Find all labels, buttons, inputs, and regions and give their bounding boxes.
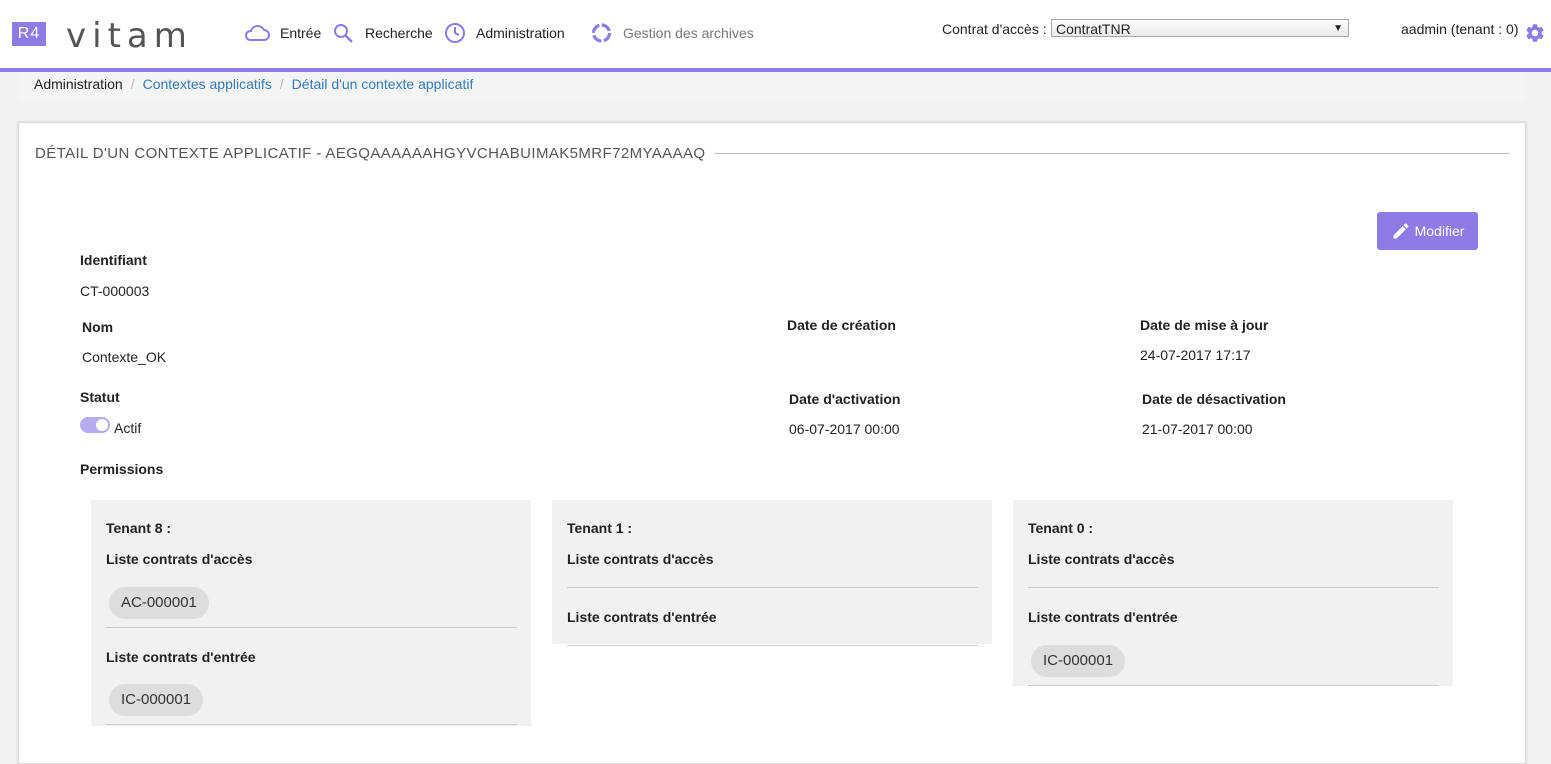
divider — [106, 724, 517, 725]
divider — [106, 627, 517, 628]
nav-gestion-archives-label: Gestion des archives — [623, 25, 754, 41]
divider — [567, 645, 978, 646]
top-bar: R4 vitam Entrée Recherche Administration… — [0, 0, 1551, 72]
nav-entree-label: Entrée — [280, 25, 322, 41]
nav-administration-label: Administration — [476, 25, 565, 41]
date-activation-value: 06-07-2017 00:00 — [789, 421, 900, 437]
statut-value: Actif — [114, 420, 142, 436]
breadcrumb-contextes-applicatifs[interactable]: Contextes applicatifs — [143, 72, 272, 96]
modifier-button-label: Modifier — [1414, 223, 1465, 239]
tenant-title: Tenant 8 : — [106, 520, 172, 536]
ingest-contracts-label: Liste contrats d'entrée — [1028, 609, 1178, 625]
ring-icon — [591, 23, 612, 43]
ingest-contract-chip[interactable]: IC-000001 — [109, 684, 204, 716]
divider — [1028, 685, 1439, 686]
ingest-contracts-label: Liste contrats d'entrée — [106, 649, 256, 665]
ingest-contracts-label: Liste contrats d'entrée — [567, 609, 717, 625]
divider — [1028, 587, 1439, 588]
date-creation-label: Date de création — [787, 317, 896, 333]
nav-entree[interactable]: Entrée — [244, 22, 321, 44]
statut-label: Statut — [80, 389, 120, 405]
contract-select[interactable]: ContratTNR ▼ — [1051, 19, 1349, 37]
divider — [567, 587, 978, 588]
modifier-button[interactable]: Modifier — [1377, 212, 1478, 250]
nav-gestion-archives[interactable]: Gestion des archives — [590, 22, 754, 44]
identifiant-label: Identifiant — [80, 252, 147, 268]
access-contracts-label: Liste contrats d'accès — [567, 551, 714, 567]
user-label: aadmin (tenant : 0) — [1401, 21, 1519, 37]
pencil-icon — [1393, 223, 1409, 239]
date-mise-a-jour-value: 24-07-2017 17:17 — [1140, 347, 1251, 363]
nav-recherche-label: Recherche — [365, 25, 433, 41]
statut-toggle[interactable] — [80, 417, 110, 433]
clock-icon — [445, 23, 465, 43]
contract-select-value: ContratTNR — [1056, 21, 1131, 37]
tenant-permission-card: Tenant 8 : Liste contrats d'accès AC-000… — [91, 500, 531, 726]
nom-label: Nom — [82, 319, 114, 335]
search-icon — [334, 24, 353, 43]
nom-value: Contexte_OK — [82, 349, 167, 365]
breadcrumb-detail-contexte[interactable]: Détail d'un contexte applicatif — [292, 72, 474, 96]
tenant-permission-card: Tenant 0 : Liste contrats d'accès Liste … — [1013, 500, 1453, 686]
context-detail-panel: DÉTAIL D'UN CONTEXTE APPLICATIF - AEGQAA… — [18, 122, 1526, 764]
nav-recherche[interactable]: Recherche — [333, 22, 433, 44]
cloud-icon — [244, 25, 270, 41]
tenant-permission-card: Tenant 1 : Liste contrats d'accès Liste … — [552, 500, 992, 646]
contract-label: Contrat d'accès : — [942, 21, 1047, 37]
date-desactivation-label: Date de désactivation — [1142, 391, 1286, 407]
identifiant-value: CT-000003 — [80, 283, 150, 299]
gear-icon[interactable] — [1524, 22, 1546, 44]
tenant-title: Tenant 1 : — [567, 520, 633, 536]
tenant-title: Tenant 0 : — [1028, 520, 1094, 536]
access-contracts-label: Liste contrats d'accès — [1028, 551, 1175, 567]
logo-text: vitam — [66, 16, 193, 56]
breadcrumb-separator: / — [279, 76, 284, 92]
logo-badge: R4 — [12, 22, 46, 46]
page-title: DÉTAIL D'UN CONTEXTE APPLICATIF - AEGQAA… — [35, 145, 716, 162]
date-desactivation-value: 21-07-2017 00:00 — [1142, 421, 1253, 437]
ingest-contract-chip[interactable]: IC-000001 — [1031, 645, 1126, 677]
access-contract-chip[interactable]: AC-000001 — [109, 587, 209, 619]
permissions-label: Permissions — [80, 461, 164, 477]
nav-administration[interactable]: Administration — [444, 22, 565, 44]
date-activation-label: Date d'activation — [789, 391, 901, 407]
dropdown-arrow-icon: ▼ — [1333, 23, 1343, 34]
breadcrumb: Administration / Contextes applicatifs / Dét… — [20, 72, 1524, 100]
access-contracts-label: Liste contrats d'accès — [106, 551, 253, 567]
date-mise-a-jour-label: Date de mise à jour — [1140, 317, 1269, 333]
breadcrumb-separator: / — [130, 76, 135, 92]
breadcrumb-administration: Administration — [34, 76, 123, 92]
